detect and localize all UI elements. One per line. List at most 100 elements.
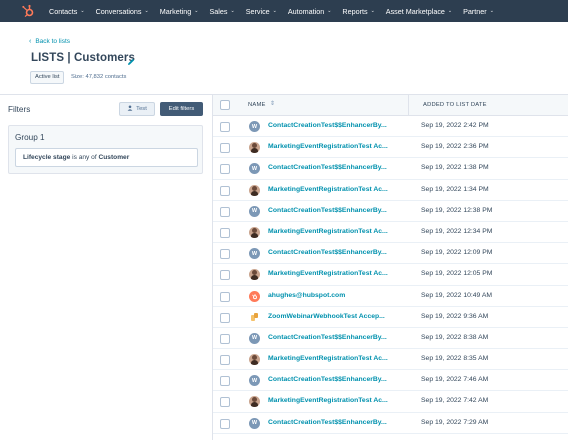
nav-item-marketing[interactable]: Marketing ⌄ <box>160 7 199 16</box>
contact-name-link[interactable]: ContactCreationTest$$EnhancerBy... <box>268 122 398 129</box>
row-checkbox[interactable] <box>220 291 230 302</box>
contact-name-link[interactable]: ZoomWebinarWebhookTest Accep... <box>268 313 398 320</box>
table-row[interactable]: W ContactCreationTest$$EnhancerBy... Sep 1… <box>213 328 568 350</box>
avatar-initial: W <box>249 121 260 132</box>
added-date-cell: Sep 19, 2022 12:38 PM <box>421 206 493 214</box>
back-link-label: Back to lists <box>35 38 71 45</box>
nav-item-label: Automation <box>287 6 325 16</box>
row-checkbox[interactable] <box>220 418 230 429</box>
row-checkbox[interactable] <box>220 227 230 238</box>
column-header-added-date[interactable]: ADDED TO LIST DATE <box>423 102 487 108</box>
avatar-initial: W <box>249 375 260 387</box>
nav-item-label: Reports <box>342 6 368 16</box>
nav-item-contacts[interactable]: Contacts ⌄ <box>49 7 85 16</box>
contact-name-link[interactable]: ContactCreationTest$$EnhancerBy... <box>268 376 398 383</box>
pencil-edit-icon[interactable] <box>126 54 136 65</box>
filters-heading: Filters <box>8 105 31 114</box>
table-body: W ContactCreationTest$$EnhancerBy... Sep 1… <box>213 116 568 434</box>
table-row[interactable]: W ContactCreationTest$$EnhancerBy... Sep 1… <box>213 201 568 222</box>
added-date-cell: Sep 19, 2022 12:34 PM <box>421 227 493 235</box>
nav-item-asset-marketplace[interactable]: Asset Marketplace ⌄ <box>386 7 452 16</box>
test-button[interactable]: Test <box>119 102 155 116</box>
contact-name-link[interactable]: MarketingEventRegistrationTest Ac... <box>268 355 398 362</box>
contact-name-link[interactable]: ContactCreationTest$$EnhancerBy... <box>268 249 398 256</box>
filter-group-card[interactable]: Group 1 Lifecycle stage is any of Custom… <box>8 125 203 174</box>
avatar-initial: W <box>249 205 260 217</box>
added-date-cell: Sep 19, 2022 7:29 AM <box>421 418 489 426</box>
contact-name-link[interactable]: ContactCreationTest$$EnhancerBy... <box>268 419 398 426</box>
table-row[interactable]: W ContactCreationTest$$EnhancerBy... Sep 1… <box>213 116 568 138</box>
avatar-initial: W <box>249 163 260 175</box>
nav-item-conversations[interactable]: Conversations ⌄ <box>96 7 149 16</box>
table-row[interactable]: MarketingEventRegistrationTest Ac... Sep … <box>213 137 568 159</box>
table-row[interactable]: MarketingEventRegistrationTest Ac... Sep … <box>213 349 568 371</box>
row-checkbox[interactable] <box>220 397 230 408</box>
added-date-cell: Sep 19, 2022 8:35 AM <box>421 355 489 363</box>
added-date-cell: Sep 19, 2022 12:05 PM <box>421 270 493 278</box>
added-date-cell: Sep 19, 2022 7:46 AM <box>421 376 489 384</box>
edit-filters-button[interactable]: Edit filters <box>160 102 203 116</box>
list-status-badge: Active list <box>30 71 65 84</box>
row-checkbox[interactable] <box>220 206 230 217</box>
table-row[interactable]: W ContactCreationTest$$EnhancerBy... Sep 1… <box>213 243 568 265</box>
avatar-photo <box>249 269 260 281</box>
table-row[interactable]: W ContactCreationTest$$EnhancerBy... Sep 1… <box>213 413 568 434</box>
column-divider <box>408 95 409 116</box>
nav-item-label: Partner <box>463 6 487 16</box>
hubspot-sprocket-icon[interactable] <box>21 4 35 18</box>
filter-rule[interactable]: Lifecycle stage is any of Customer <box>15 148 198 167</box>
chevron-down-icon: ⌄ <box>370 8 375 14</box>
avatar-photo <box>249 396 260 408</box>
row-checkbox[interactable] <box>220 312 230 323</box>
contact-name-link[interactable]: MarketingEventRegistrationTest Ac... <box>268 397 398 404</box>
nav-item-automation[interactable]: Automation ⌄ <box>288 7 332 16</box>
contact-name-link[interactable]: MarketingEventRegistrationTest Ac... <box>268 143 398 150</box>
nav-item-service[interactable]: Service ⌄ <box>246 7 277 16</box>
row-checkbox[interactable] <box>220 270 230 281</box>
chevron-down-icon: ⌄ <box>327 8 332 14</box>
added-date-cell: Sep 19, 2022 9:36 AM <box>421 312 489 320</box>
contact-name-link[interactable]: ContactCreationTest$$EnhancerBy... <box>268 164 398 171</box>
table-row[interactable]: W ContactCreationTest$$EnhancerBy... Sep 1… <box>213 370 568 392</box>
row-checkbox[interactable] <box>220 185 230 196</box>
added-date-cell: Sep 19, 2022 1:38 PM <box>421 164 489 172</box>
contact-name-link[interactable]: ContactCreationTest$$EnhancerBy... <box>268 207 398 214</box>
row-checkbox[interactable] <box>220 122 230 132</box>
table-row[interactable]: MarketingEventRegistrationTest Ac... Sep … <box>213 391 568 413</box>
nav-item-label: Conversations <box>95 6 142 16</box>
added-date-cell: Sep 19, 2022 2:42 PM <box>421 122 489 129</box>
table-row[interactable]: W ContactCreationTest$$EnhancerBy... Sep 1… <box>213 158 568 180</box>
table-row[interactable]: MarketingEventRegistrationTest Ac... Sep … <box>213 180 568 201</box>
chevron-down-icon: ⌄ <box>194 8 199 14</box>
row-checkbox[interactable] <box>220 143 230 154</box>
nav-item-sales[interactable]: Sales ⌄ <box>210 7 235 16</box>
sort-icon[interactable]: ⇕ <box>270 100 275 107</box>
nav-item-partner[interactable]: Partner ⌄ <box>463 7 494 16</box>
contact-name-link[interactable]: MarketingEventRegistrationTest Ac... <box>268 228 398 235</box>
chevron-down-icon: ⌄ <box>489 8 494 14</box>
contact-name-link[interactable]: ahughes@hubspot.com <box>268 292 398 299</box>
table-row[interactable]: MarketingEventRegistrationTest Ac... Sep … <box>213 222 568 244</box>
filter-rule-operator: is any of <box>70 154 99 161</box>
nav-item-reports[interactable]: Reports ⌄ <box>342 7 374 16</box>
zoom-avatar-icon <box>249 311 260 323</box>
nav-item-label: Sales <box>209 6 228 16</box>
row-checkbox[interactable] <box>220 164 230 175</box>
contact-name-link[interactable]: MarketingEventRegistrationTest Ac... <box>268 186 398 193</box>
table-row[interactable]: MarketingEventRegistrationTest Ac... Sep … <box>213 264 568 286</box>
contact-name-link[interactable]: ContactCreationTest$$EnhancerBy... <box>268 334 398 341</box>
contact-name-link[interactable]: MarketingEventRegistrationTest Ac... <box>268 270 398 277</box>
row-checkbox[interactable] <box>220 249 230 260</box>
contacts-table: NAME ⇕ ADDED TO LIST DATE W ContactCreati… <box>213 95 568 434</box>
column-header-name[interactable]: NAME <box>248 102 266 108</box>
back-to-lists-link[interactable]: ‹ Back to lists <box>29 38 70 45</box>
table-row[interactable]: ZoomWebinarWebhookTest Accep... Sep 19, 2… <box>213 307 568 328</box>
row-checkbox[interactable] <box>220 376 230 387</box>
select-all-checkbox[interactable] <box>220 100 230 110</box>
row-checkbox[interactable] <box>220 333 230 344</box>
chevron-down-icon: ⌄ <box>272 8 277 14</box>
row-checkbox[interactable] <box>220 355 230 366</box>
table-row[interactable]: ahughes@hubspot.com Sep 19, 2022 10:49 AM <box>213 286 568 307</box>
person-icon <box>127 105 133 113</box>
chevron-down-icon: ⌄ <box>144 8 149 14</box>
